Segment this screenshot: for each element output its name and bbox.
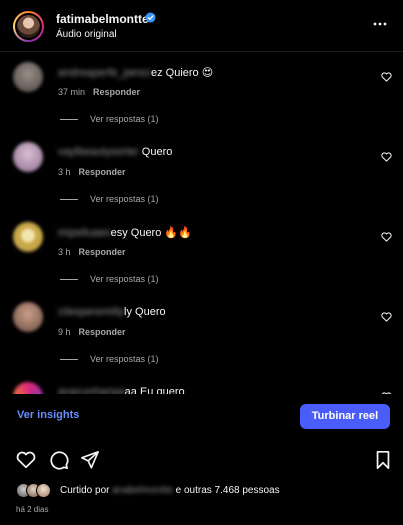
liked-prefix: Curtido por xyxy=(60,485,110,496)
comment-item: mipelluaesesy Quero 🔥🔥 3 h Responder Ver … xyxy=(0,218,403,298)
replies-divider xyxy=(60,199,78,201)
view-replies-button[interactable]: Ver respostas (1) xyxy=(60,194,159,204)
view-replies-label: Ver respostas (1) xyxy=(90,274,159,284)
comment-item: vaylbeautysorter Quero 3 h Responder Ver … xyxy=(0,138,403,218)
commenter-username[interactable]: anacunhariaa xyxy=(58,386,125,394)
replies-divider xyxy=(60,279,78,281)
comment-body: aa Eu quero xyxy=(124,386,185,394)
comment-text: anacunhariaaaa Eu quero xyxy=(58,386,185,394)
comment-text: andreaperfe_perezez Quiero 😍 xyxy=(58,66,213,79)
comment-item: andreaperfe_perezez Quiero 😍 37 min Respo… xyxy=(0,58,403,138)
comment-body: Quero xyxy=(138,146,173,158)
comment-text: vaylbeautysorter Quero xyxy=(58,146,172,158)
heart-outline-icon[interactable] xyxy=(381,312,392,322)
likes-text: Curtido por anabelmontte e outras 7.468 … xyxy=(60,485,280,496)
comment-item: anacunhariaaaa Eu quero xyxy=(0,378,403,394)
verified-badge-icon xyxy=(145,12,156,23)
post-footer: Ver insights Turbinar reel Curtido por a… xyxy=(0,394,403,525)
comment-meta: 9 h Responder xyxy=(58,327,126,337)
commenter-username[interactable]: cilesperemilly xyxy=(58,306,124,318)
view-replies-label: Ver respostas (1) xyxy=(90,354,159,364)
comment-time: 37 min xyxy=(58,87,86,97)
post-header: fatimabelmontte Áudio original xyxy=(0,0,403,52)
commenter-avatar[interactable] xyxy=(13,382,43,394)
comment-time: 9 h xyxy=(58,327,71,337)
audio-label[interactable]: Áudio original xyxy=(56,29,117,40)
commenter-avatar[interactable] xyxy=(13,142,43,172)
heart-outline-icon[interactable] xyxy=(381,152,392,162)
heart-outline-icon[interactable] xyxy=(381,72,392,82)
commenter-avatar[interactable] xyxy=(13,222,43,252)
view-replies-button[interactable]: Ver respostas (1) xyxy=(60,114,159,124)
comment-body: ez Quiero 😍 xyxy=(150,67,214,79)
reply-button[interactable]: Responder xyxy=(79,327,126,337)
heart-outline-icon[interactable] xyxy=(381,232,392,242)
view-replies-button[interactable]: Ver respostas (1) xyxy=(60,354,159,364)
heart-outline-icon[interactable] xyxy=(16,450,36,470)
view-insights-link[interactable]: Ver insights xyxy=(17,409,79,421)
view-replies-label: Ver respostas (1) xyxy=(90,194,159,204)
comment-body: esy Quero 🔥🔥 xyxy=(110,227,192,239)
commenter-username[interactable]: mipelluaes xyxy=(58,227,111,239)
paper-plane-icon[interactable] xyxy=(80,450,100,470)
comment-meta: 37 min Responder xyxy=(58,87,140,97)
liked-suffix: e outras 7.468 pessoas xyxy=(175,485,280,496)
commenter-username[interactable]: vaylbeautysorter xyxy=(58,146,139,158)
profile-avatar[interactable] xyxy=(13,11,44,42)
bookmark-icon[interactable] xyxy=(373,450,393,470)
view-replies-button[interactable]: Ver respostas (1) xyxy=(60,274,159,284)
liked-username[interactable]: anabelmontte xyxy=(112,485,173,496)
comment-body: ly Quero xyxy=(124,306,166,318)
comment-text: cilesperemillyly Quero xyxy=(58,306,166,318)
avatar xyxy=(15,13,42,40)
boost-reel-button[interactable]: Turbinar reel xyxy=(300,404,390,429)
comments-list[interactable]: andreaperfe_perezez Quiero 😍 37 min Respo… xyxy=(0,52,403,394)
comment-time: 3 h xyxy=(58,247,71,257)
replies-divider xyxy=(60,119,78,121)
comment-meta: 3 h Responder xyxy=(58,167,126,177)
action-bar xyxy=(0,450,403,474)
reply-button[interactable]: Responder xyxy=(79,167,126,177)
more-options-icon[interactable] xyxy=(371,16,389,32)
replies-divider xyxy=(60,359,78,361)
commenter-avatar[interactable] xyxy=(13,302,43,332)
commenter-avatar[interactable] xyxy=(13,62,43,92)
reply-button[interactable]: Responder xyxy=(93,87,140,97)
comment-time: 3 h xyxy=(58,167,71,177)
reply-button[interactable]: Responder xyxy=(79,247,126,257)
view-replies-label: Ver respostas (1) xyxy=(90,114,159,124)
username[interactable]: fatimabelmontte xyxy=(56,12,149,26)
commenter-username[interactable]: andreaperfe_perez xyxy=(58,67,151,79)
speech-bubble-icon[interactable] xyxy=(49,450,69,470)
comment-meta: 3 h Responder xyxy=(58,247,126,257)
liker-avatar xyxy=(36,483,51,498)
comment-item: cilesperemillyly Quero 9 h Responder Ver … xyxy=(0,298,403,378)
post-time: há 2 dias xyxy=(16,505,49,514)
comment-text: mipelluaesesy Quero 🔥🔥 xyxy=(58,226,192,239)
